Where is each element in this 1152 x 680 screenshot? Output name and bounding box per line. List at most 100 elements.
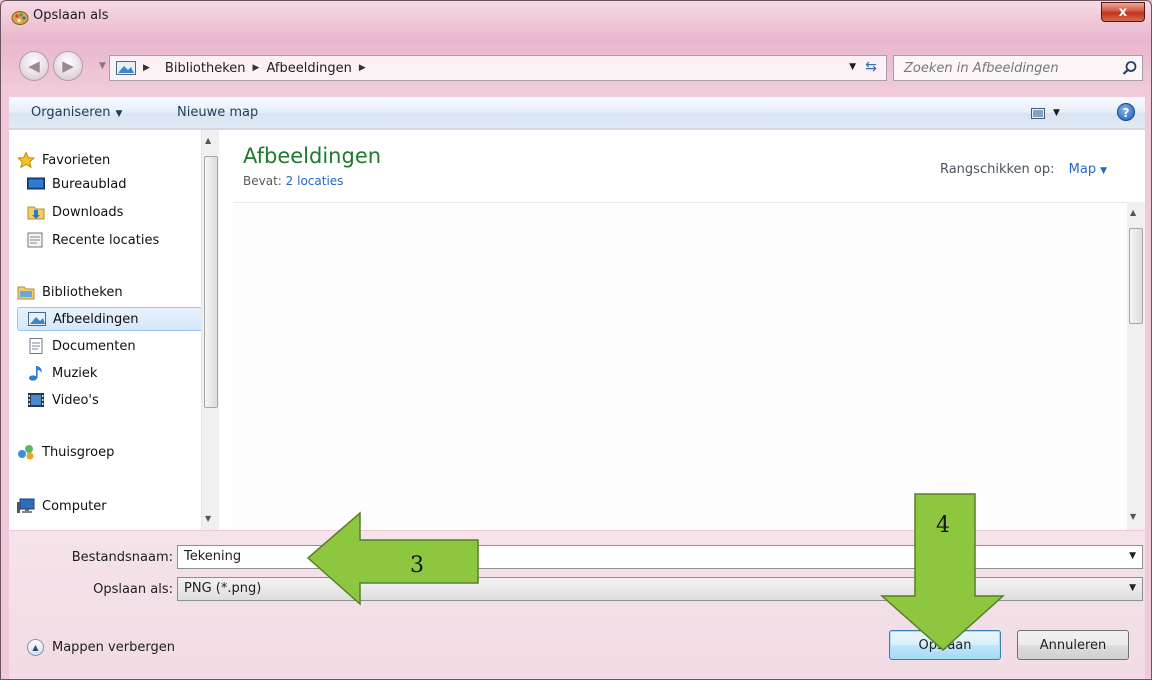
forward-button[interactable]: ▶: [53, 51, 83, 81]
documents-icon: [29, 338, 43, 354]
nav-label: Bibliotheken: [42, 284, 123, 300]
back-arrow-icon: ◀: [28, 57, 40, 75]
filename-field[interactable]: Tekening ▼: [177, 545, 1143, 569]
breadcrumb-pictures[interactable]: Afbeeldingen: [266, 61, 351, 76]
window-title: Opslaan als: [33, 8, 109, 23]
content-scrollbar[interactable]: ▲ ▼: [1127, 202, 1145, 530]
save-type-select[interactable]: PNG (*.png) ▼: [177, 577, 1143, 601]
scroll-down-icon[interactable]: ▼: [1130, 512, 1136, 521]
nav-label: Afbeeldingen: [53, 311, 139, 327]
nav-label: Downloads: [52, 204, 124, 220]
nav-label: Favorieten: [42, 152, 111, 168]
history-buttons: ◀ ▶: [19, 51, 95, 81]
paint-app-icon: [11, 11, 29, 25]
title-bar: Opslaan als x: [1, 1, 1151, 31]
nav-item-documents[interactable]: Documenten: [27, 334, 136, 358]
nav-label: Video's: [52, 392, 99, 408]
filename-value: Tekening: [184, 549, 242, 564]
desktop-icon: [27, 177, 45, 190]
hide-folders-toggle[interactable]: ▲ Mappen verbergen: [27, 639, 175, 656]
locations-link[interactable]: 2 locaties: [286, 174, 344, 188]
search-icon[interactable]: [1122, 60, 1138, 76]
refresh-icon[interactable]: ⇆: [860, 59, 882, 77]
close-button[interactable]: x: [1101, 2, 1145, 22]
hide-folders-label: Mappen verbergen: [52, 640, 175, 655]
nav-item-videos[interactable]: Video's: [27, 388, 99, 412]
nav-item-recent-places[interactable]: Recente locaties: [27, 228, 159, 252]
nav-label: Recente locaties: [52, 232, 160, 248]
nav-item-favorites[interactable]: Favorieten: [17, 148, 110, 172]
filename-dropdown-icon[interactable]: ▼: [1129, 551, 1136, 561]
breadcrumb-separator-icon: ▶: [252, 63, 260, 73]
star-icon: [17, 152, 35, 168]
file-list[interactable]: [233, 202, 1127, 528]
nav-item-desktop[interactable]: Bureaublad: [27, 172, 127, 196]
nav-item-homegroup[interactable]: Thuisgroep: [17, 440, 114, 464]
breadcrumb-separator-icon: ▶: [358, 63, 366, 73]
arrange-by-dropdown[interactable]: Map: [1069, 162, 1096, 177]
chevron-up-icon: ▲: [27, 639, 44, 656]
nav-item-music[interactable]: Muziek: [27, 361, 97, 385]
organise-menu[interactable]: Organiseren ▼: [31, 105, 122, 120]
nav-label: Muziek: [52, 365, 98, 381]
nav-item-downloads[interactable]: Downloads: [27, 200, 123, 224]
computer-icon: [17, 498, 35, 513]
nav-scroll-thumb[interactable]: [204, 156, 218, 408]
library-title: Afbeeldingen: [243, 144, 382, 168]
search-input[interactable]: Zoeken in Afbeeldingen: [893, 55, 1143, 81]
scroll-up-icon[interactable]: ▲: [1130, 208, 1136, 217]
content-pane: Afbeeldingen Bevat: 2 locaties Rangschik…: [221, 130, 1145, 530]
main-area: Favorieten Bureaublad Downloads Recente …: [9, 130, 1145, 530]
breadcrumb-separator-icon: ▶: [143, 63, 150, 73]
address-dropdown-icon[interactable]: ▼: [849, 62, 856, 72]
videos-icon: [28, 393, 44, 407]
arrange-by: Rangschikken op: Map ▼: [940, 162, 1107, 177]
content-scroll-thumb[interactable]: [1129, 228, 1143, 324]
save-type-value: PNG (*.png): [184, 581, 262, 596]
save-form: Bestandsnaam: Tekening ▼ Opslaan als: PN…: [9, 531, 1145, 679]
nav-label: Thuisgroep: [42, 444, 115, 460]
pictures-icon: [28, 312, 46, 326]
cancel-button[interactable]: Annuleren: [1017, 630, 1129, 660]
breadcrumb-libraries[interactable]: Bibliotheken: [165, 61, 246, 76]
nav-item-libraries[interactable]: Bibliotheken: [17, 280, 123, 304]
view-icon: [1031, 107, 1045, 119]
save-button[interactable]: Opslaan: [889, 630, 1001, 660]
back-button[interactable]: ◀: [19, 51, 49, 81]
close-icon: x: [1118, 4, 1128, 20]
step-4-label: 4: [936, 513, 950, 538]
nav-label: Documenten: [52, 338, 136, 354]
nav-scrollbar[interactable]: ▲ ▼: [201, 130, 219, 530]
recent-pages-dropdown-icon[interactable]: ▼: [99, 61, 106, 71]
save-type-label: Opslaan als:: [93, 582, 173, 597]
forward-arrow-icon: ▶: [62, 57, 74, 75]
nav-label: Computer: [42, 498, 107, 514]
nav-item-computer[interactable]: Computer: [17, 494, 107, 518]
scroll-down-icon[interactable]: ▼: [205, 514, 211, 523]
navigation-pane: Favorieten Bureaublad Downloads Recente …: [9, 130, 219, 530]
organise-label: Organiseren: [31, 105, 111, 120]
arrange-label: Rangschikken op:: [939, 162, 1055, 177]
address-bar[interactable]: ▶ Bibliotheken ▶ Afbeeldingen ▶ ▼ ⇆: [109, 55, 887, 81]
command-bar: Organiseren ▼ Nieuwe map ▼ ?: [9, 97, 1145, 129]
save-type-dropdown-icon[interactable]: ▼: [1129, 583, 1136, 593]
nav-item-pictures[interactable]: Afbeeldingen: [17, 307, 203, 331]
nav-label: Bureaublad: [52, 176, 127, 192]
recent-places-icon: [27, 232, 43, 248]
pictures-library-icon: [116, 61, 136, 75]
new-folder-button[interactable]: Nieuwe map: [177, 105, 258, 120]
change-view-button[interactable]: ▼: [1031, 104, 1077, 122]
help-icon[interactable]: ?: [1117, 103, 1135, 121]
libraries-icon: [17, 286, 35, 300]
homegroup-icon: [18, 445, 34, 460]
downloads-folder-icon: [27, 206, 45, 220]
scroll-up-icon[interactable]: ▲: [205, 136, 211, 145]
music-icon: [29, 366, 42, 381]
save-as-dialog: Opslaan als x ◀ ▶ ▼ ▶ Bibliotheken ▶ Afb…: [0, 0, 1152, 680]
view-dropdown-icon: ▼: [1053, 108, 1060, 118]
chevron-down-icon[interactable]: ▼: [1100, 166, 1107, 176]
search-placeholder: Zoeken in Afbeeldingen: [904, 61, 1059, 76]
chevron-down-icon: ▼: [115, 109, 123, 119]
filename-label: Bestandsnaam:: [71, 550, 173, 565]
step-3-label: 3: [410, 553, 424, 578]
